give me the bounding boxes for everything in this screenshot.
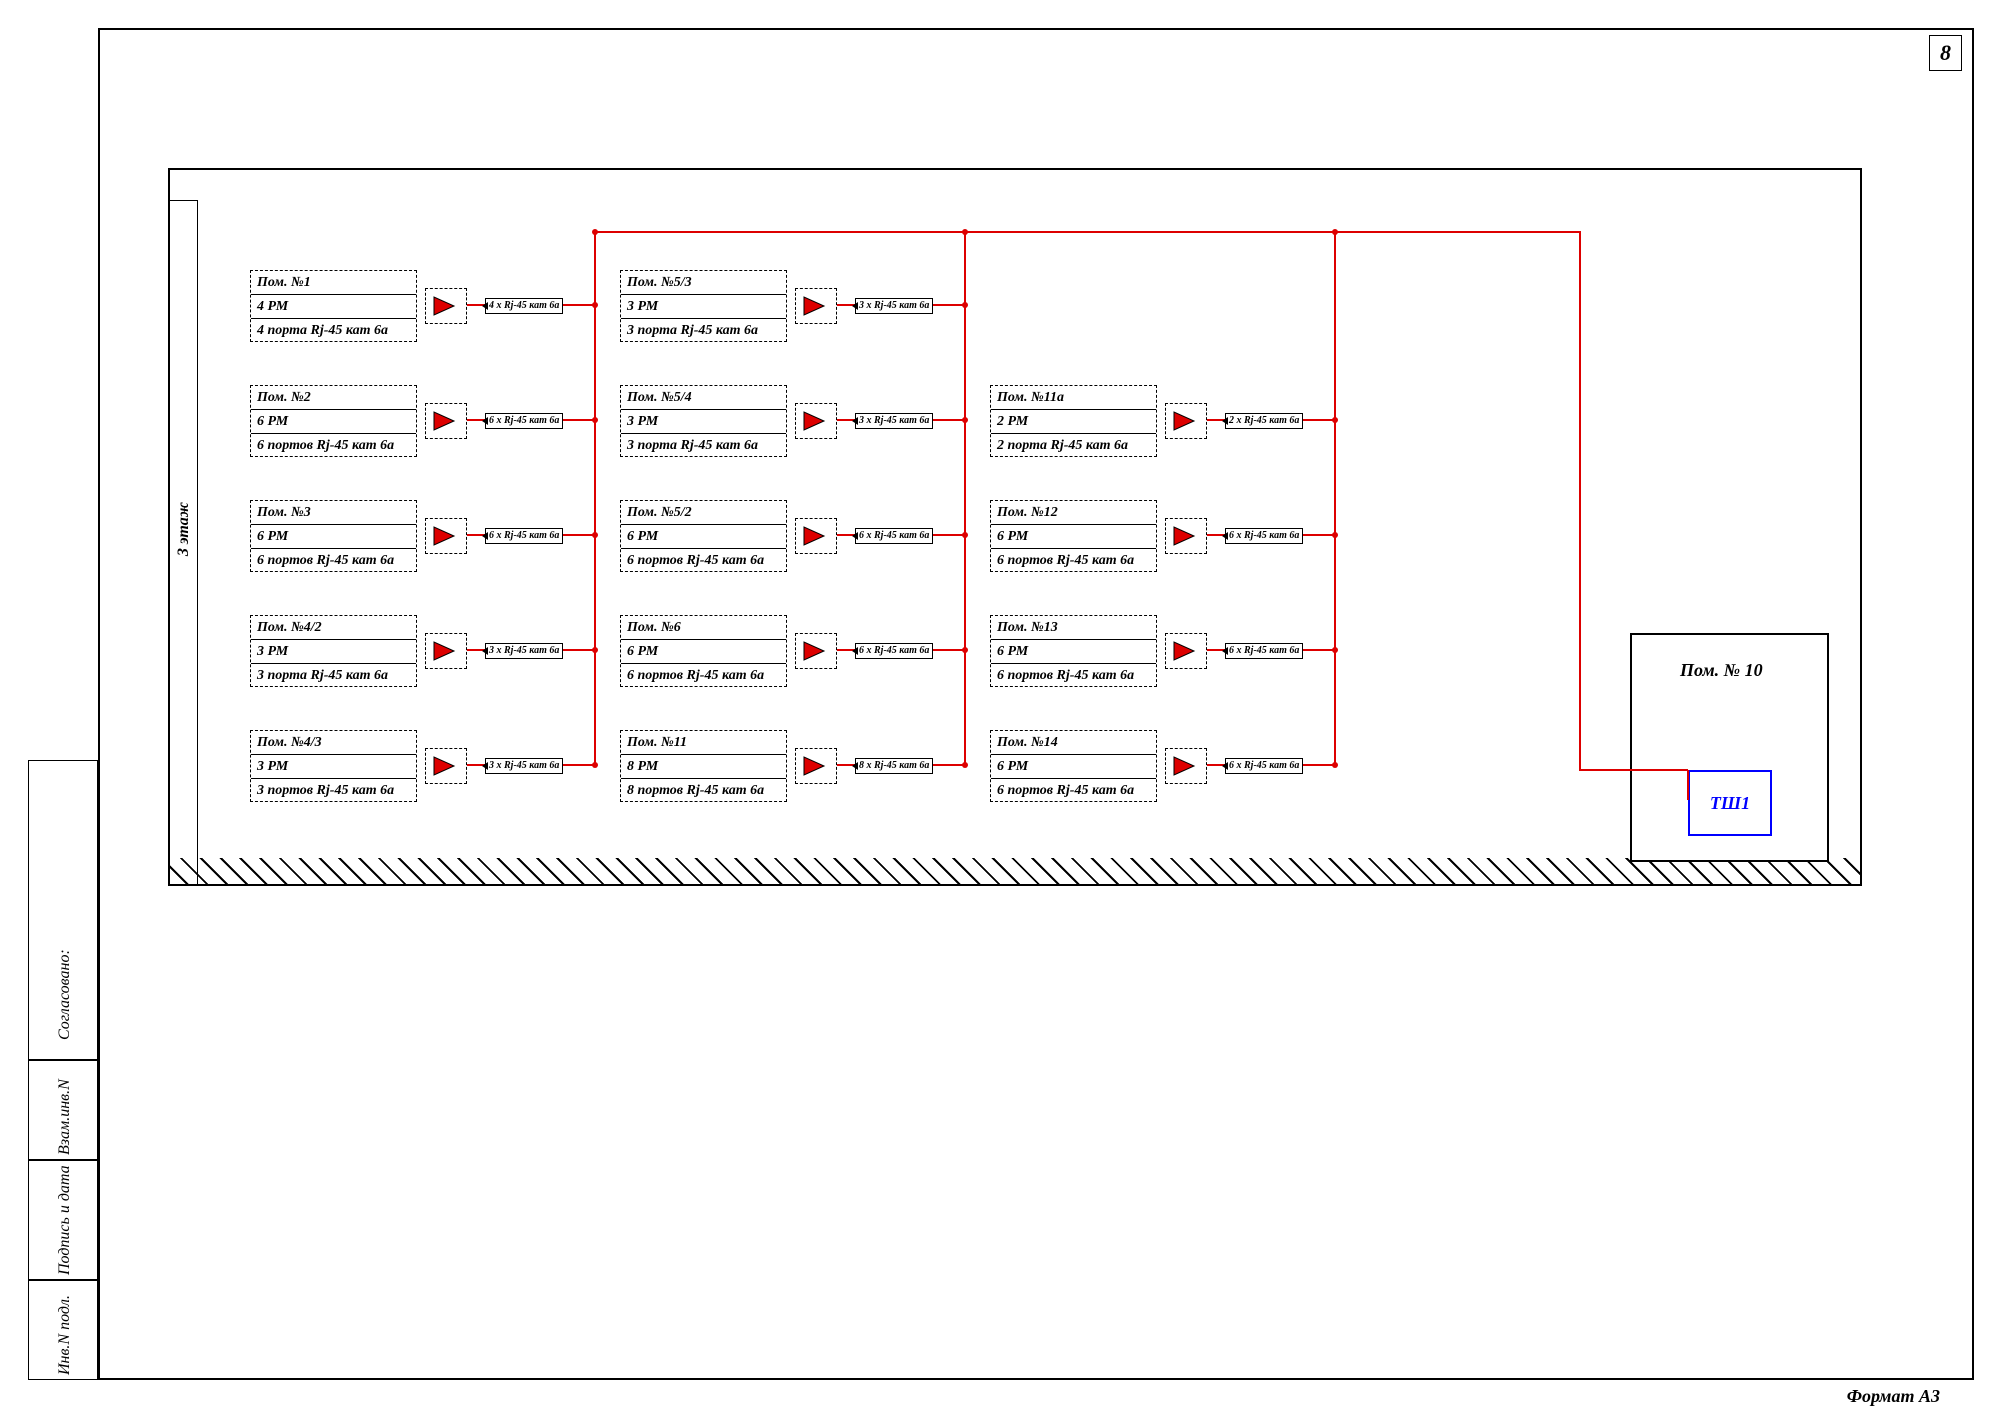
room-name: Пом. №5/2 (621, 501, 786, 525)
outlet-icon (795, 518, 837, 554)
panel-tsh1: ТШ1 (1688, 770, 1772, 836)
room-name: Пом. №13 (991, 616, 1156, 640)
room-pm: 4 РМ (251, 295, 416, 319)
floor-label: 3 этаж (175, 479, 193, 579)
room-block: Пом. №136 РМ6 портов Rj-45 кат 6а (990, 615, 1157, 687)
room-block: Пом. №118 РМ8 портов Rj-45 кат 6а (620, 730, 787, 802)
outlet-icon (425, 403, 467, 439)
room-ports: 3 порта Rj-45 кат 6а (621, 319, 786, 342)
room-name: Пом. №12 (991, 501, 1156, 525)
room-ports: 6 портов Rj-45 кат 6а (991, 549, 1156, 572)
room-pm: 6 РМ (251, 410, 416, 434)
room-ports: 6 портов Rj-45 кат 6а (251, 549, 416, 572)
paper-format: Формат А3 (1847, 1386, 1940, 1407)
room-pm: 6 РМ (621, 640, 786, 664)
room-ports: 4 порта Rj-45 кат 6а (251, 319, 416, 342)
outlet-icon (425, 518, 467, 554)
outlet-icon (795, 633, 837, 669)
room-ports: 3 портов Rj-45 кат 6а (251, 779, 416, 802)
cable-tag: 3 x Rj-45 кат 6а (855, 298, 933, 314)
room-pm: 6 РМ (251, 525, 416, 549)
room-block: Пом. №26 РМ6 портов Rj-45 кат 6а (250, 385, 417, 457)
room-name: Пом. №2 (251, 386, 416, 410)
room-name: Пом. №1 (251, 271, 416, 295)
room-pm: 3 РМ (621, 295, 786, 319)
room-pm: 3 РМ (621, 410, 786, 434)
room-pm: 6 РМ (621, 525, 786, 549)
room-block: Пом. №5/43 РМ3 порта Rj-45 кат 6а (620, 385, 787, 457)
outlet-icon (1165, 633, 1207, 669)
cable-tag: 3 x Rj-45 кат 6а (485, 643, 563, 659)
room-pm: 2 РМ (991, 410, 1156, 434)
room-ports: 6 портов Rj-45 кат 6а (621, 664, 786, 687)
room-ports: 6 портов Rj-45 кат 6а (621, 549, 786, 572)
room-name: Пом. №3 (251, 501, 416, 525)
cable-tag: 8 x Rj-45 кат 6а (855, 758, 933, 774)
room-ports: 3 порта Rj-45 кат 6а (251, 664, 416, 687)
room-name: Пом. №4/3 (251, 731, 416, 755)
room-block: Пом. №5/26 РМ6 портов Rj-45 кат 6а (620, 500, 787, 572)
room-pm: 6 РМ (991, 525, 1156, 549)
room-name: Пом. №5/4 (621, 386, 786, 410)
page-number: 8 (1929, 35, 1962, 71)
room-block: Пом. №66 РМ6 портов Rj-45 кат 6а (620, 615, 787, 687)
label-inv-replace: Взам.инв.N (56, 1079, 74, 1155)
cable-tag: 6 x Rj-45 кат 6а (485, 413, 563, 429)
room-block: Пом. №11а2 РМ2 порта Rj-45 кат 6а (990, 385, 1157, 457)
outlet-icon (795, 403, 837, 439)
room-ports: 6 портов Rj-45 кат 6а (991, 664, 1156, 687)
room-block: Пом. №146 РМ6 портов Rj-45 кат 6а (990, 730, 1157, 802)
outlet-icon (425, 748, 467, 784)
cable-tag: 6 x Rj-45 кат 6а (1225, 643, 1303, 659)
room-block: Пом. №14 РМ4 порта Rj-45 кат 6а (250, 270, 417, 342)
outlet-icon (1165, 518, 1207, 554)
room-block: Пом. №36 РМ6 портов Rj-45 кат 6а (250, 500, 417, 572)
room-ports: 6 портов Rj-45 кат 6а (251, 434, 416, 457)
room-pm: 3 РМ (251, 755, 416, 779)
outlet-icon (1165, 403, 1207, 439)
cable-tag: 6 x Rj-45 кат 6а (855, 643, 933, 659)
room-pm: 8 РМ (621, 755, 786, 779)
room-pm: 6 РМ (991, 755, 1156, 779)
room-ports: 8 портов Rj-45 кат 6а (621, 779, 786, 802)
room-ports: 2 порта Rj-45 кат 6а (991, 434, 1156, 457)
room-name: Пом. №5/3 (621, 271, 786, 295)
outlet-icon (1165, 748, 1207, 784)
outlet-icon (795, 748, 837, 784)
cable-tag: 3 x Rj-45 кат 6а (855, 413, 933, 429)
cable-tag: 6 x Rj-45 кат 6а (1225, 758, 1303, 774)
room-block: Пом. №126 РМ6 портов Rj-45 кат 6а (990, 500, 1157, 572)
label-inv-orig: Инв.N подл. (56, 1295, 74, 1375)
room-ports: 3 порта Rj-45 кат 6а (621, 434, 786, 457)
room-name: Пом. №6 (621, 616, 786, 640)
room-name: Пом. №11а (991, 386, 1156, 410)
room-pm: 6 РМ (991, 640, 1156, 664)
label-agreed: Согласовано: (56, 949, 74, 1040)
cable-tag: 6 x Rj-45 кат 6а (1225, 528, 1303, 544)
outlet-icon (795, 288, 837, 324)
room-block: Пом. №4/23 РМ3 порта Rj-45 кат 6а (250, 615, 417, 687)
room-name: Пом. №11 (621, 731, 786, 755)
room-pm: 3 РМ (251, 640, 416, 664)
cable-tag: 6 x Rj-45 кат 6а (855, 528, 933, 544)
outlet-icon (425, 633, 467, 669)
cable-tag: 6 x Rj-45 кат 6а (485, 528, 563, 544)
room-name: Пом. №4/2 (251, 616, 416, 640)
cable-tag: 3 x Rj-45 кат 6а (485, 758, 563, 774)
ground-hatch (168, 858, 1862, 886)
cable-tag: 2 x Rj-45 кат 6а (1225, 413, 1303, 429)
room-block: Пом. №4/33 РМ3 портов Rj-45 кат 6а (250, 730, 417, 802)
cabinet-room-label: Пом. № 10 (1680, 660, 1763, 681)
room-name: Пом. №14 (991, 731, 1156, 755)
label-sign-date: Подпись и дата (56, 1165, 74, 1275)
room-block: Пом. №5/33 РМ3 порта Rj-45 кат 6а (620, 270, 787, 342)
cable-tag: 4 x Rj-45 кат 6а (485, 298, 563, 314)
outlet-icon (425, 288, 467, 324)
room-ports: 6 портов Rj-45 кат 6а (991, 779, 1156, 802)
